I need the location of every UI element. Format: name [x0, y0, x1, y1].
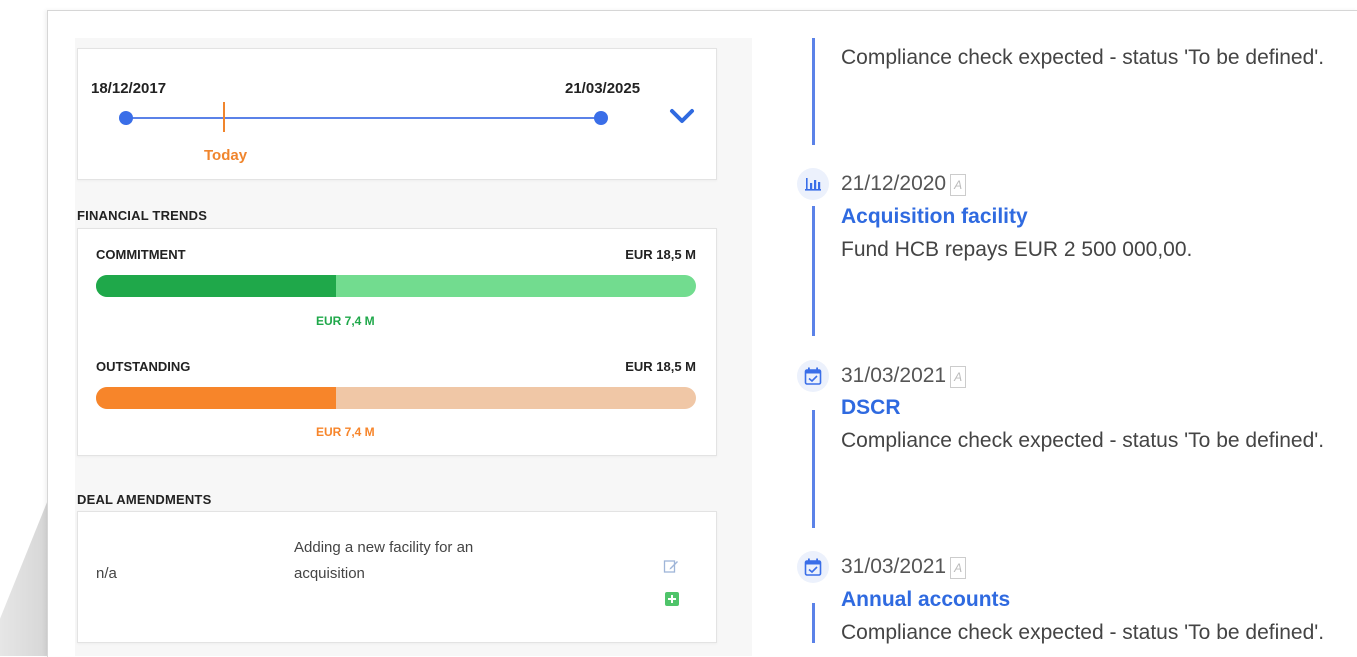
- outstanding-bar-fill: [96, 387, 336, 409]
- amendment-description-line1: Adding a new facility for an: [294, 539, 474, 556]
- outstanding-current: EUR 7,4 M: [316, 425, 375, 439]
- event-title-link[interactable]: DSCR: [841, 396, 901, 420]
- commitment-total: EUR 18,5 M: [625, 247, 696, 262]
- deal-amendments-title: DEAL AMENDMENTS: [77, 492, 212, 507]
- start-date: 18/12/2017: [91, 80, 167, 97]
- outstanding-total: EUR 18,5 M: [625, 359, 696, 374]
- commitment-bar-fill: [96, 275, 336, 297]
- end-date: 21/03/2025: [565, 80, 641, 97]
- financial-trends-title: FINANCIAL TRENDS: [77, 208, 208, 223]
- event-icon-badge: [797, 551, 829, 583]
- outstanding-bar: [96, 387, 696, 409]
- event-date: 21/12/2020 A: [841, 172, 967, 196]
- end-dot: [594, 111, 608, 125]
- approval-badge: A: [950, 557, 967, 579]
- timeline-segment: [812, 410, 815, 528]
- bar-chart-icon: [805, 178, 821, 191]
- date-range-card: [77, 48, 717, 180]
- date-range-line: [126, 117, 602, 119]
- commitment-label: COMMITMENT: [96, 247, 186, 262]
- add-icon[interactable]: [665, 592, 679, 606]
- timeline-segment: [812, 603, 815, 643]
- event-description: Compliance check expected - status 'To b…: [841, 429, 1325, 452]
- approval-badge: A: [950, 366, 967, 388]
- today-label: Today: [204, 147, 248, 164]
- edit-icon[interactable]: [663, 558, 679, 574]
- event-icon-badge: [797, 360, 829, 392]
- calendar-check-icon: [804, 558, 822, 576]
- approval-badge: A: [950, 174, 967, 196]
- event-icon-badge: [797, 168, 829, 200]
- event-title-link[interactable]: Acquisition facility: [841, 205, 1028, 229]
- deal-amendments-card: [77, 511, 717, 643]
- event-date: 31/03/2021 A: [841, 364, 967, 388]
- timeline-segment: [812, 206, 815, 336]
- amendment-description-line2: acquisition: [294, 565, 365, 582]
- timeline-segment: [812, 38, 815, 145]
- event-title-link[interactable]: Annual accounts: [841, 588, 1010, 612]
- today-marker: [223, 102, 225, 132]
- outstanding-label: OUTSTANDING: [96, 359, 191, 374]
- chevron-down-icon[interactable]: [668, 104, 696, 128]
- calendar-check-icon: [804, 367, 822, 385]
- commitment-current: EUR 7,4 M: [316, 314, 375, 328]
- commitment-bar: [96, 275, 696, 297]
- start-dot: [119, 111, 133, 125]
- amendment-ref: n/a: [96, 565, 117, 582]
- event-date: 31/03/2021 A: [841, 555, 967, 579]
- timeline-top-description: Compliance check expected - status 'To b…: [841, 46, 1325, 69]
- financial-trends-card: [77, 228, 717, 456]
- event-description: Compliance check expected - status 'To b…: [841, 621, 1325, 644]
- event-description: Fund HCB repays EUR 2 500 000,00.: [841, 238, 1193, 261]
